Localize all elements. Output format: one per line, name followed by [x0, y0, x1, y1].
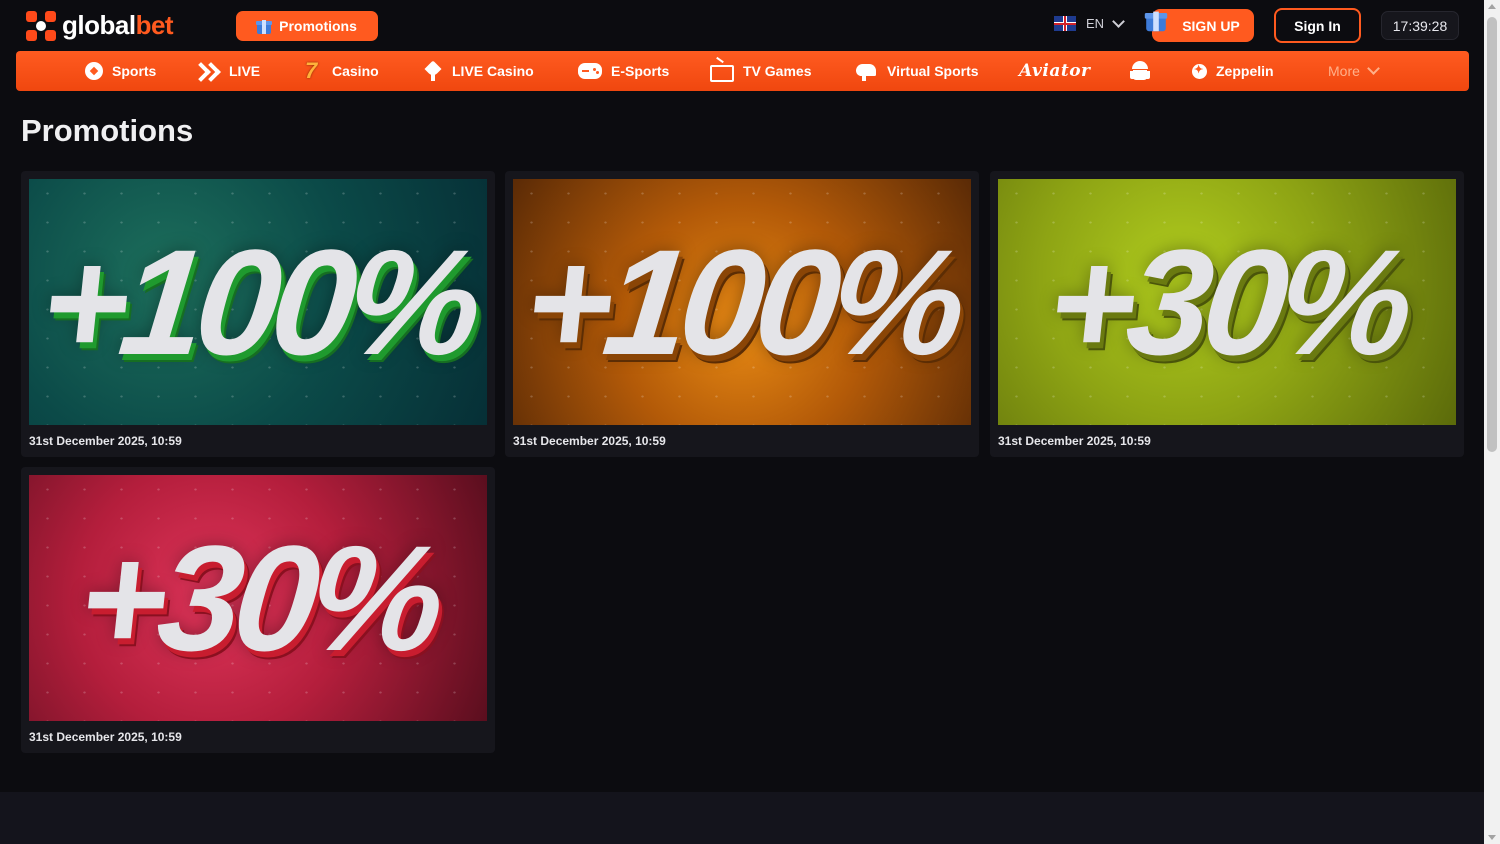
promo-date: 31st December 2025, 10:59 — [513, 434, 666, 448]
top-bar: globalbet Promotions EN SIGN UP Sign In … — [0, 0, 1484, 50]
nav-item-esports[interactable]: E-Sports — [578, 51, 669, 91]
gift-icon — [1144, 9, 1168, 32]
nav-item-label: Sports — [112, 63, 157, 79]
horse-icon — [854, 61, 878, 81]
promo-card[interactable]: +30% 31st December 2025, 10:59 — [21, 467, 495, 753]
seven-icon: 7 — [305, 58, 318, 83]
promo-banner-image[interactable]: +30% — [29, 475, 487, 721]
uk-flag-icon — [1054, 16, 1076, 31]
scroll-thumb[interactable] — [1487, 17, 1497, 452]
nav-item-casino[interactable]: 7 Casino — [305, 51, 379, 91]
nav-item-label: LIVE Casino — [452, 63, 534, 79]
signin-button[interactable]: Sign In — [1274, 8, 1361, 43]
nav-item-label: E-Sports — [611, 63, 670, 79]
logo-text-bet: bet — [135, 10, 174, 40]
promo-card[interactable]: +100% 31st December 2025, 10:59 — [21, 171, 495, 457]
nav-item-aviator[interactable]: Aviator — [1019, 51, 1091, 91]
promo-date: 31st December 2025, 10:59 — [29, 434, 182, 448]
globalbet-logo[interactable]: globalbet — [26, 10, 174, 41]
tv-icon — [710, 64, 734, 82]
promo-card[interactable]: +30% 31st December 2025, 10:59 — [990, 171, 1464, 457]
page-scrollbar[interactable] — [1484, 0, 1500, 844]
language-label: EN — [1086, 16, 1105, 31]
android-icon — [1130, 61, 1150, 81]
nav-more-dropdown[interactable]: More — [1328, 51, 1380, 91]
signin-button-label: Sign In — [1294, 17, 1341, 34]
promo-date: 31st December 2025, 10:59 — [998, 434, 1151, 448]
signup-button-label: SIGN UP — [1182, 17, 1240, 34]
clock: 17:39:28 — [1381, 11, 1459, 40]
promotions-button-label: Promotions — [279, 18, 357, 34]
signup-button[interactable]: SIGN UP — [1144, 9, 1254, 42]
nav-item-sports[interactable]: Sports — [85, 51, 156, 91]
promotions-button[interactable]: Promotions — [236, 11, 378, 41]
promo-banner-image[interactable]: +100% — [29, 179, 487, 425]
main-nav: Sports LIVE 7 Casino LIVE Casino E-Sport… — [16, 51, 1469, 91]
spade-icon — [423, 61, 443, 81]
nav-item-zeppelin[interactable]: Zeppelin — [1192, 51, 1274, 91]
nav-item-label: TV Games — [743, 63, 812, 79]
nav-more-label: More — [1328, 63, 1360, 79]
promo-banner-image[interactable]: +30% — [998, 179, 1456, 425]
promo-banner-text: +30% — [1040, 218, 1414, 386]
nav-item-label: LIVE — [229, 63, 261, 79]
promo-banner-image[interactable]: +100% — [513, 179, 971, 425]
soccer-ball-icon — [85, 62, 103, 80]
gamepad-icon — [578, 63, 602, 79]
footer — [0, 792, 1484, 844]
promo-banner-text: +100% — [33, 218, 483, 386]
logo-text: globalbet — [62, 10, 174, 41]
scroll-up-arrow-icon[interactable] — [1488, 4, 1496, 9]
zeppelin-icon — [1192, 63, 1207, 79]
nav-item-label: Virtual Sports — [887, 63, 979, 79]
promo-card[interactable]: +100% 31st December 2025, 10:59 — [505, 171, 979, 457]
aviator-logo: Aviator — [1019, 61, 1091, 81]
nav-item-label: Casino — [332, 63, 379, 79]
clock-time: 17:39:28 — [1392, 17, 1448, 34]
chevron-down-icon — [1112, 14, 1125, 28]
page: globalbet Promotions EN SIGN UP Sign In … — [0, 0, 1500, 844]
nav-item-label: Zeppelin — [1216, 63, 1274, 79]
nav-item-android[interactable] — [1130, 51, 1150, 91]
logo-text-global: global — [62, 10, 136, 40]
scroll-down-arrow-icon[interactable] — [1488, 835, 1496, 840]
gift-icon — [256, 18, 273, 34]
nav-item-tv-games[interactable]: TV Games — [710, 51, 811, 91]
promo-banner-text: +30% — [71, 514, 445, 682]
promo-date: 31st December 2025, 10:59 — [29, 730, 182, 744]
nav-item-virtual-sports[interactable]: Virtual Sports — [854, 51, 979, 91]
language-selector[interactable]: EN — [1054, 14, 1125, 31]
chevron-down-icon — [1367, 62, 1380, 75]
nav-item-live[interactable]: LIVE — [196, 51, 260, 91]
logo-mark-icon — [26, 10, 56, 41]
page-title: Promotions — [21, 113, 194, 148]
nav-item-live-casino[interactable]: LIVE Casino — [423, 51, 534, 91]
promo-banner-text: +100% — [517, 218, 967, 386]
double-chevron-icon — [196, 62, 220, 80]
